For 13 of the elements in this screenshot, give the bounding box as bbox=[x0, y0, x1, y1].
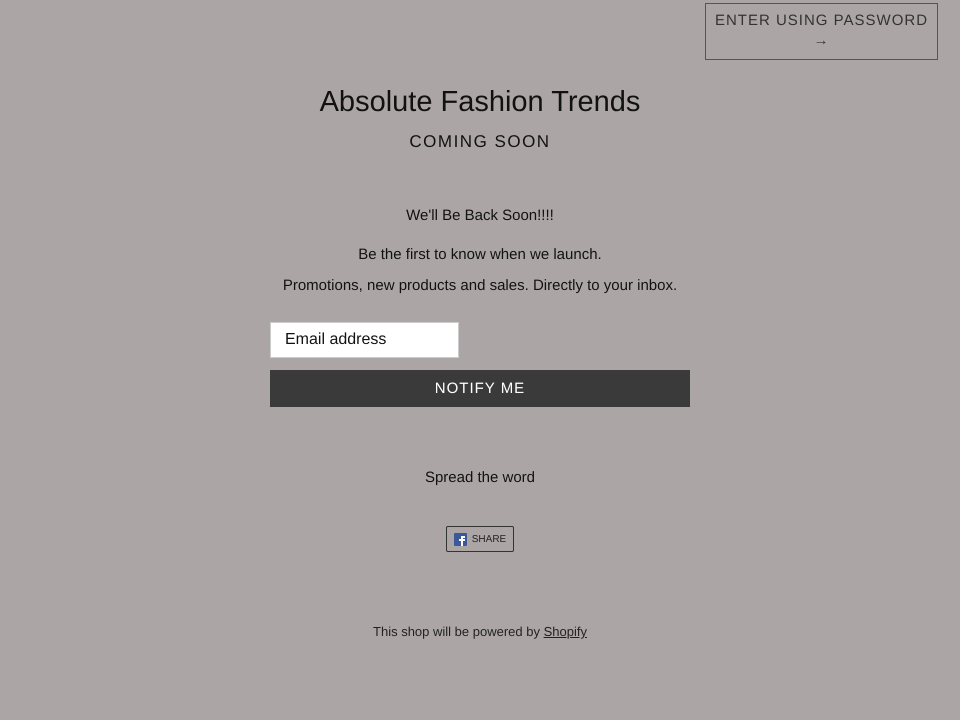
email-field[interactable]: Email address bbox=[270, 322, 459, 358]
message-text: Promotions, new products and sales. Directly to your inbox. bbox=[282, 277, 678, 294]
notify-button[interactable]: NOTIFY ME bbox=[270, 370, 690, 407]
share-button[interactable]: SHARE bbox=[446, 526, 514, 552]
share-heading: Spread the word bbox=[424, 469, 536, 486]
shop-subtitle: COMING SOON bbox=[409, 132, 551, 152]
social-icon bbox=[454, 532, 467, 546]
enter-password-button[interactable]: ENTER USING PASSWORD → bbox=[705, 3, 938, 60]
message-text: We'll Be Back Soon!!!! bbox=[406, 207, 554, 224]
shop-title: Absolute Fashion Trends bbox=[320, 85, 640, 119]
shopify-link[interactable]: Shopify bbox=[544, 624, 587, 639]
footer-text: This shop will be powered by Shopify bbox=[373, 624, 587, 639]
message-text: Be the first to know when we launch. bbox=[358, 246, 602, 263]
